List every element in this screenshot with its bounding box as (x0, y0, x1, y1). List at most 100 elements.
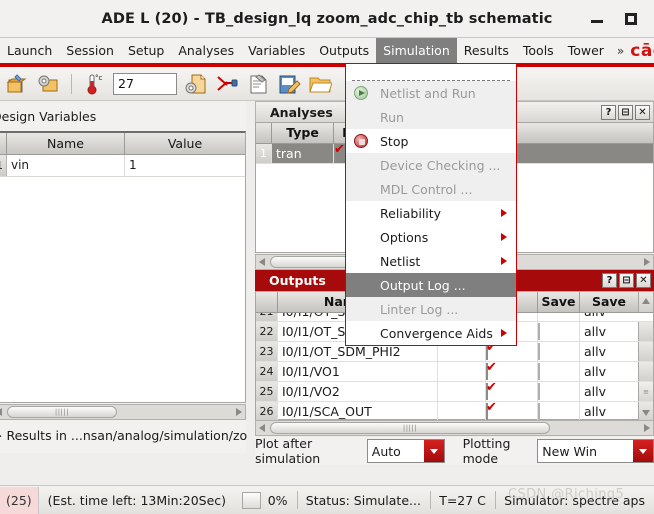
menu-item-label: Linter Log ... (354, 302, 458, 317)
out-row-name[interactable]: I0/I1/VO1 (278, 362, 438, 381)
out-plot-checkbox[interactable] (486, 403, 488, 420)
menu-variables[interactable]: Variables (241, 38, 312, 63)
out-row-name[interactable]: I0/I1/SCA_OUT (278, 402, 438, 421)
tool-bar: °c (0, 67, 654, 101)
plotting-mode-combo[interactable]: New Win (537, 439, 654, 463)
outputs-hscrollbar[interactable]: ||||| (255, 420, 654, 436)
outputs-vscroll-thumb[interactable]: ≡ (638, 382, 653, 401)
out-row-save-cell[interactable] (538, 402, 580, 421)
dv-row-name[interactable]: vin (7, 155, 125, 176)
menu-outputs[interactable]: Outputs (312, 38, 376, 63)
menu-launch[interactable]: Launch (0, 38, 59, 63)
menu-setup[interactable]: Setup (121, 38, 171, 63)
out-scroll-right-icon[interactable] (639, 421, 653, 435)
plotting-mode-value: New Win (538, 444, 597, 459)
out-row-save-cell[interactable] (538, 362, 580, 381)
menu-item-linter-log[interactable]: Linter Log ... (346, 297, 516, 321)
out-plot-checkbox[interactable] (486, 363, 488, 380)
chevron-down-icon[interactable] (633, 440, 653, 462)
menu-item-output-log[interactable]: Output Log ... (346, 273, 516, 297)
menu-item-mdl-control[interactable]: MDL Control ... (346, 177, 516, 201)
analyses-help-button[interactable]: ? (601, 105, 616, 120)
out-row-plot-cell[interactable] (486, 382, 538, 401)
table-row[interactable]: 24 I0/I1/VO1 allv (256, 362, 653, 382)
out-row-plot-cell[interactable] (486, 402, 538, 421)
menu-item-convergence-aids[interactable]: Convergence Aids (346, 321, 516, 345)
analyses-restore-button[interactable]: ⊟ (618, 105, 633, 120)
menu-item-stop[interactable]: Stop (346, 129, 516, 153)
out-save-checkbox[interactable] (538, 403, 540, 420)
netlist-gear-icon[interactable] (184, 72, 208, 96)
design-variables-panel: Design Variables Name Value 1 vin 1 ||||… (0, 101, 246, 453)
menu-item-netlist[interactable]: Netlist (346, 249, 516, 273)
scroll-left-icon[interactable] (0, 405, 7, 419)
chevron-down-icon[interactable] (424, 440, 444, 462)
menu-item-reliability[interactable]: Reliability (346, 201, 516, 225)
menu-tower[interactable]: Tower (561, 38, 611, 63)
temperature-input[interactable] (113, 73, 177, 95)
design-variables-table: Name Value 1 vin 1 (0, 131, 246, 403)
out-header-save: Save (538, 292, 580, 312)
minimize-button[interactable] (584, 0, 610, 38)
outputs-vscroll-track[interactable] (638, 342, 653, 361)
menu-item-options[interactable]: Options (346, 225, 516, 249)
outputs-restore-button[interactable]: ⊟ (619, 273, 634, 288)
menu-session[interactable]: Session (59, 38, 121, 63)
outputs-close-button[interactable]: ✕ (636, 273, 651, 288)
scroll-right-icon[interactable] (231, 405, 245, 419)
out-scroll-left-icon[interactable] (256, 421, 270, 435)
stop-red-icon (354, 134, 368, 148)
menu-simulation[interactable]: Simulation (376, 38, 457, 63)
menu-analyses[interactable]: Analyses (171, 38, 241, 63)
analyses-close-button[interactable]: ✕ (635, 105, 650, 120)
outputs-vscroll-track[interactable] (638, 322, 653, 341)
results-doc-icon[interactable] (246, 72, 270, 96)
out-row-plot-cell[interactable] (486, 362, 538, 381)
out-row-save-cell[interactable] (538, 382, 580, 401)
hscroll-thumb[interactable]: ||||| (7, 406, 117, 418)
plot-after-simulation-combo[interactable]: Auto (367, 439, 445, 463)
out-row-save-cell[interactable] (538, 342, 580, 361)
menu-item-device-checking[interactable]: Device Checking ... (346, 153, 516, 177)
an-row-type[interactable]: tran (272, 144, 334, 163)
outputs-help-button[interactable]: ? (602, 273, 617, 288)
window-title: ADE L (20) - TB_design_lq zoom_adc_chip_… (0, 0, 654, 38)
submenu-arrow-icon (501, 329, 507, 337)
plot-probe-icon[interactable] (215, 72, 239, 96)
edit-doc-icon[interactable] (277, 72, 301, 96)
out-save-checkbox[interactable] (538, 363, 540, 380)
table-row[interactable]: 1 vin 1 (0, 155, 245, 177)
maximize-button[interactable] (618, 0, 644, 38)
menu-overflow-icon[interactable]: » (611, 44, 628, 58)
session-open-icon[interactable] (6, 72, 30, 96)
out-row-value (438, 362, 486, 381)
out-save-checkbox[interactable] (538, 323, 540, 340)
table-row[interactable]: 25 I0/I1/VO2 allv ≡ (256, 382, 653, 402)
menu-bar: Launch Session Setup Analyses Variables … (0, 38, 654, 63)
out-hscroll-thumb[interactable]: ||||| (270, 422, 550, 434)
outputs-scroll-down-icon[interactable] (638, 402, 653, 421)
setup-gear-folder-icon[interactable] (37, 72, 61, 96)
out-row-name[interactable]: I0/I1/VO2 (278, 382, 438, 401)
out-save-checkbox[interactable] (538, 383, 540, 400)
menu-tearoff-handle[interactable] (352, 67, 510, 81)
menu-item-run[interactable]: Run (346, 105, 516, 129)
out-row-save-option: allv (580, 402, 638, 421)
outputs-scroll-up-icon[interactable] (638, 292, 653, 312)
out-save-checkbox[interactable] (538, 343, 540, 360)
dv-row-value[interactable]: 1 (125, 155, 245, 176)
menu-tools[interactable]: Tools (516, 38, 561, 63)
open-folder-icon[interactable] (308, 72, 332, 96)
plotting-mode-label: Plotting mode (463, 436, 544, 466)
table-row[interactable]: 26 I0/I1/SCA_OUT allv (256, 402, 653, 422)
out-row-save-cell[interactable] (538, 322, 580, 341)
an-scroll-left-icon[interactable] (256, 255, 270, 269)
menu-item-netlist-and-run[interactable]: Netlist and Run (346, 81, 516, 105)
an-row-index: 1 (256, 144, 272, 163)
design-variables-hscrollbar[interactable]: ||||| (0, 404, 246, 420)
outputs-vscroll-track[interactable] (638, 362, 653, 381)
an-scroll-right-icon[interactable] (639, 255, 653, 269)
menu-results[interactable]: Results (457, 38, 516, 63)
an-enable-checkbox[interactable] (334, 145, 336, 162)
out-plot-checkbox[interactable] (486, 383, 488, 400)
